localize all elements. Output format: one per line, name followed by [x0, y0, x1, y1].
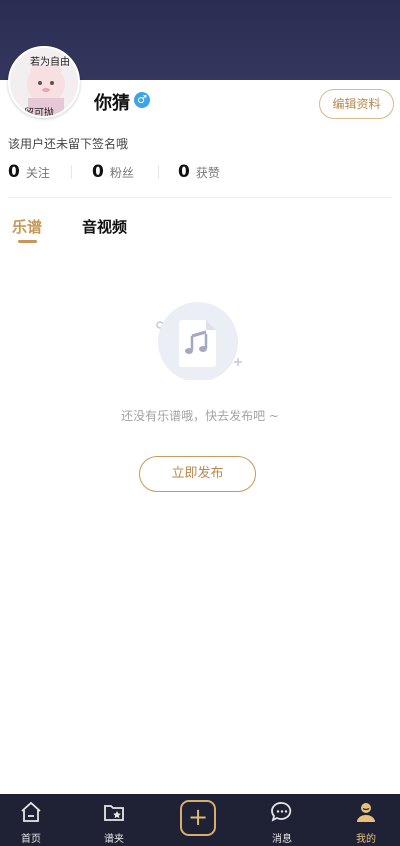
publish-now-button[interactable]: 立即发布 [139, 456, 256, 492]
avatar-caption-bottom: 故留可抛 [14, 108, 54, 118]
stat-following[interactable]: 0 关注 [8, 160, 50, 184]
add-icon[interactable]: + [180, 800, 216, 836]
stat-likes-label: 获赞 [195, 165, 220, 180]
music-note-file-icon [156, 302, 242, 380]
profile-page: 若为自由 故留可抛 你猜 ♂ 编辑资料 该用户还未留下签名哦 0 关注 0 粉丝… [0, 0, 400, 846]
tab-audio-video[interactable]: 音视频 [82, 216, 127, 237]
nav-item-home[interactable]: 首页 [1, 794, 61, 846]
stat-separator [158, 165, 159, 179]
stat-likes[interactable]: 0 获赞 [178, 160, 220, 184]
profile-stats: 0 关注 0 粉丝 0 获赞 [0, 160, 400, 184]
avatar-caption-top: 若为自由 [30, 57, 70, 68]
bottom-nav: 首页 谱夹 + 消息 我的 [0, 794, 400, 846]
home-icon [21, 801, 41, 822]
message-icon [271, 802, 292, 822]
nav-label-folder: 谱夹 [104, 834, 124, 845]
folder-star-icon [104, 805, 124, 821]
stat-fans-count: 0 [92, 162, 104, 182]
stat-following-count: 0 [8, 162, 20, 182]
male-icon: ♂ [134, 92, 150, 108]
nav-label-messages: 消息 [272, 834, 292, 845]
signature: 该用户还未留下签名哦 [8, 137, 129, 151]
nav-item-messages[interactable]: 消息 [252, 794, 312, 846]
stat-separator [71, 165, 72, 179]
nav-label-me: 我的 [356, 834, 376, 845]
tab-indicator [18, 240, 37, 243]
divider [8, 197, 392, 198]
nav-item-folder[interactable]: 谱夹 [84, 794, 144, 846]
tab-scores[interactable]: 乐谱 [12, 216, 42, 237]
empty-state-message: 还没有乐谱哦，快去发布吧 ~ [121, 409, 279, 423]
stat-fans[interactable]: 0 粉丝 [92, 160, 134, 184]
stat-following-label: 关注 [25, 165, 50, 180]
nickname: 你猜 [94, 93, 130, 114]
nav-label-home: 首页 [21, 834, 41, 845]
avatar[interactable]: 若为自由 故留可抛 [8, 46, 80, 118]
edit-profile-button[interactable]: 编辑资料 [319, 89, 394, 119]
stat-fans-label: 粉丝 [109, 165, 134, 180]
stat-likes-count: 0 [178, 162, 190, 182]
profile-icon [357, 803, 375, 822]
nav-item-me[interactable]: 我的 [336, 794, 396, 846]
